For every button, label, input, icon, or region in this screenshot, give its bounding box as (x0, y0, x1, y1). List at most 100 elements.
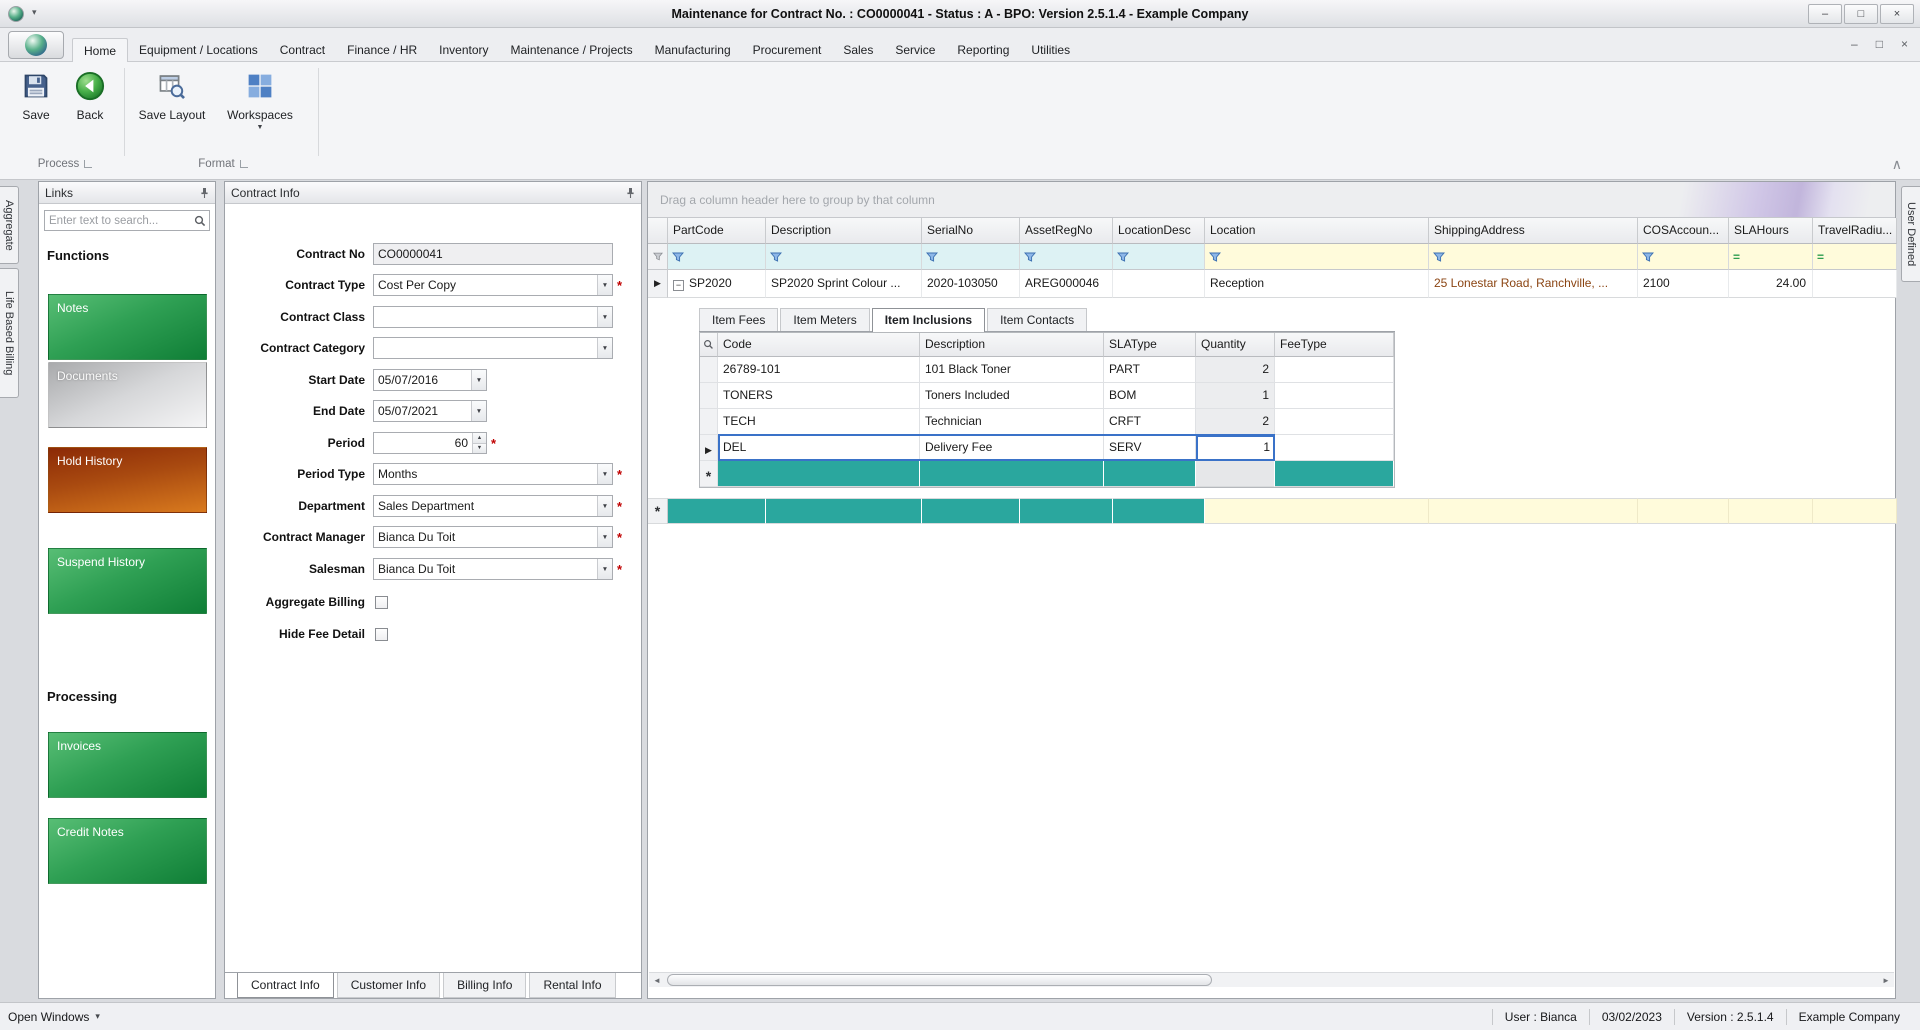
pin-icon[interactable] (200, 187, 209, 199)
pin-icon[interactable] (626, 187, 635, 199)
cell-cosaccount[interactable]: 2100 (1638, 270, 1729, 298)
new-cell-assetregno[interactable] (1020, 498, 1113, 524)
tab-rental-info[interactable]: Rental Info (529, 973, 615, 998)
filter-cell-slahours[interactable]: = (1729, 244, 1813, 270)
credit-notes-button[interactable]: Credit Notes (48, 818, 207, 884)
tab-item-meters[interactable]: Item Meters (780, 308, 869, 331)
new-cell-location[interactable] (1205, 498, 1429, 524)
maximize-button[interactable]: □ (1844, 4, 1878, 24)
chevron-down-icon[interactable]: ▼ (597, 496, 612, 516)
chevron-down-icon[interactable]: ▼ (471, 401, 486, 421)
tab-billing-info[interactable]: Billing Info (443, 973, 526, 998)
open-windows-button[interactable]: Open Windows ▾ (8, 1010, 100, 1024)
scrollbar-track[interactable] (665, 973, 1878, 987)
tab-equipment-locations[interactable]: Equipment / Locations (128, 38, 269, 62)
new-cell-travelradius[interactable] (1813, 498, 1897, 524)
invoices-button[interactable]: Invoices (48, 732, 207, 798)
chevron-down-icon[interactable]: ▼ (597, 338, 612, 358)
tab-finance-hr[interactable]: Finance / HR (336, 38, 428, 62)
cell-description[interactable]: Delivery Fee (920, 435, 1104, 461)
contract-no-input[interactable]: CO0000041 (373, 243, 613, 265)
application-menu-button[interactable] (8, 31, 64, 59)
contract-type-combo[interactable]: Cost Per Copy ▼ (373, 274, 613, 296)
chevron-down-icon[interactable]: ▼ (597, 464, 612, 484)
scroll-left-icon[interactable]: ◄ (649, 976, 665, 985)
new-cell-code[interactable] (718, 461, 920, 487)
sidebar-tab-life-based-billing[interactable]: Life Based Billing (0, 268, 19, 398)
hold-history-button[interactable]: Hold History (48, 447, 207, 513)
filter-cell-cosaccount[interactable] (1638, 244, 1729, 270)
filter-cell-travelradius[interactable]: = (1813, 244, 1897, 270)
new-cell-serialno[interactable] (922, 498, 1020, 524)
column-header-cosaccount[interactable]: COSAccoun... (1638, 218, 1729, 244)
column-header-slahours[interactable]: SLAHours (1729, 218, 1813, 244)
links-search-input[interactable] (45, 215, 194, 227)
new-cell-description[interactable] (766, 498, 922, 524)
tab-item-fees[interactable]: Item Fees (699, 308, 778, 331)
chevron-down-icon[interactable]: ▼ (471, 370, 486, 390)
column-header-locationdesc[interactable]: LocationDesc (1113, 218, 1205, 244)
cell-shippingaddress[interactable]: 25 Lonestar Road, Ranchville, ... (1429, 270, 1638, 298)
cell-slatype[interactable]: SERV (1104, 435, 1196, 461)
suspend-history-button[interactable]: Suspend History (48, 548, 207, 614)
department-combo[interactable]: Sales Department ▼ (373, 495, 613, 517)
column-header-assetregno[interactable]: AssetRegNo (1020, 218, 1113, 244)
new-cell-cosaccount[interactable] (1638, 498, 1729, 524)
cell-feetype[interactable] (1275, 383, 1394, 409)
minimize-button[interactable]: – (1808, 4, 1842, 24)
chevron-down-icon[interactable]: ▼ (597, 307, 612, 327)
filter-cell-shippingaddress[interactable] (1429, 244, 1638, 270)
close-button[interactable]: × (1880, 4, 1914, 24)
new-cell-description[interactable] (920, 461, 1104, 487)
cell-location[interactable]: Reception (1205, 270, 1429, 298)
tab-customer-info[interactable]: Customer Info (337, 973, 440, 998)
column-header-partcode[interactable]: PartCode (668, 218, 766, 244)
quantity-editor[interactable]: 1 (1196, 435, 1275, 461)
detail-column-quantity[interactable]: Quantity (1196, 333, 1275, 357)
cell-code[interactable]: DEL (718, 435, 920, 461)
contract-class-combo[interactable]: ▼ (373, 306, 613, 328)
scrollbar-thumb[interactable] (667, 974, 1212, 986)
save-button[interactable]: Save (10, 68, 62, 122)
period-type-combo[interactable]: Months ▼ (373, 463, 613, 485)
horizontal-scrollbar[interactable]: ◄ ► (649, 972, 1894, 987)
tab-reporting[interactable]: Reporting (946, 38, 1020, 62)
cell-slatype[interactable]: BOM (1104, 383, 1196, 409)
spin-up-icon[interactable]: ▲ (473, 433, 486, 443)
back-button[interactable]: Back (64, 68, 116, 122)
cell-quantity[interactable]: 2 (1196, 357, 1275, 383)
cell-travelradius[interactable] (1813, 270, 1897, 298)
notes-button[interactable]: Notes (48, 294, 207, 360)
period-spinner[interactable]: 60 ▲ ▼ (373, 432, 487, 454)
search-icon[interactable] (194, 215, 209, 227)
child-close-button[interactable]: × (1901, 37, 1908, 51)
cell-code[interactable]: 26789-101 (718, 357, 920, 383)
tab-procurement[interactable]: Procurement (742, 38, 833, 62)
column-header-serialno[interactable]: SerialNo (922, 218, 1020, 244)
cell-partcode[interactable]: −SP2020 (668, 270, 766, 298)
salesman-combo[interactable]: Bianca Du Toit ▼ (373, 558, 613, 580)
tab-item-inclusions[interactable]: Item Inclusions (872, 308, 985, 332)
spin-down-icon[interactable]: ▼ (473, 443, 486, 454)
column-header-shippingaddress[interactable]: ShippingAddress (1429, 218, 1638, 244)
child-minimize-button[interactable]: – (1851, 37, 1858, 51)
contract-category-combo[interactable]: ▼ (373, 337, 613, 359)
cell-slahours[interactable]: 24.00 (1729, 270, 1813, 298)
tab-inventory[interactable]: Inventory (428, 38, 499, 62)
master-row[interactable]: ▶ −SP2020 SP2020 Sprint Colour ... 2020-… (648, 270, 1897, 298)
filter-cell-locationdesc[interactable] (1113, 244, 1205, 270)
detail-row-focused[interactable]: ▶ DEL Delivery Fee SERV 1 (700, 435, 1394, 461)
detail-column-code[interactable]: Code (718, 333, 920, 357)
documents-button[interactable]: Documents (48, 362, 207, 428)
detail-new-item-row[interactable]: * (700, 461, 1394, 487)
chevron-down-icon[interactable]: ▼ (597, 527, 612, 547)
filter-cell-location[interactable] (1205, 244, 1429, 270)
column-header-description[interactable]: Description (766, 218, 922, 244)
tab-utilities[interactable]: Utilities (1020, 38, 1081, 62)
cell-code[interactable]: TONERS (718, 383, 920, 409)
cell-quantity[interactable]: 2 (1196, 409, 1275, 435)
sidebar-tab-user-defined[interactable]: User Defined (1901, 186, 1920, 282)
end-date-picker[interactable]: 05/07/2021 ▼ (373, 400, 487, 422)
group-by-panel[interactable]: Drag a column header here to group by th… (648, 182, 1895, 218)
tab-manufacturing[interactable]: Manufacturing (644, 38, 742, 62)
